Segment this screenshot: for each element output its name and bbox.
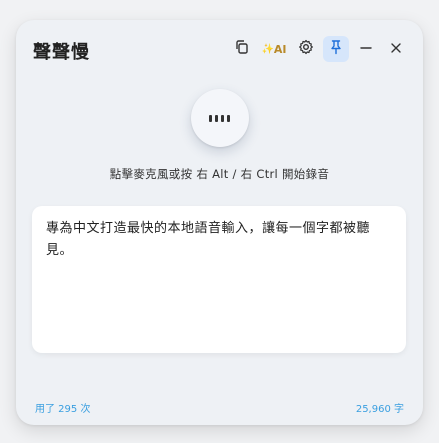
toolbar: ✨ AI [229, 36, 409, 62]
ai-label: AI [273, 42, 287, 56]
app-title: 聲聲慢 [33, 42, 90, 63]
close-button[interactable] [383, 36, 409, 62]
pin-button[interactable] [323, 36, 349, 62]
recording-hint: 點擊麥克風或按 右 Alt / 右 Ctrl 開始錄音 [109, 167, 330, 181]
transcript-text[interactable]: 專為中文打造最快的本地語音輸入，讓每一個字都被聽見。 [32, 206, 406, 274]
minimize-icon [359, 40, 373, 59]
usage-count: 用了 295 次 [35, 404, 91, 415]
transcript-box[interactable]: 專為中文打造最快的本地語音輸入，讓每一個字都被聽見。 [32, 206, 406, 353]
character-count: 25,960 字 [355, 404, 404, 415]
pin-icon [328, 39, 344, 59]
copy-icon [234, 39, 250, 59]
settings-button[interactable] [293, 36, 319, 62]
gear-icon [298, 39, 314, 59]
minimize-button[interactable] [353, 36, 379, 62]
microphone-button[interactable] [190, 89, 249, 147]
ai-sparkle-icon: ✨ [261, 43, 274, 55]
copy-button[interactable] [229, 36, 255, 62]
app-window: 聲聲慢 ✨ AI 點擊麥克風或按 右 Alt / 右 Ctrl 開始錄音 專為中… [16, 20, 423, 425]
ai-button[interactable]: ✨ AI [259, 36, 289, 62]
audio-bars-icon [209, 114, 230, 122]
close-icon [389, 40, 403, 59]
